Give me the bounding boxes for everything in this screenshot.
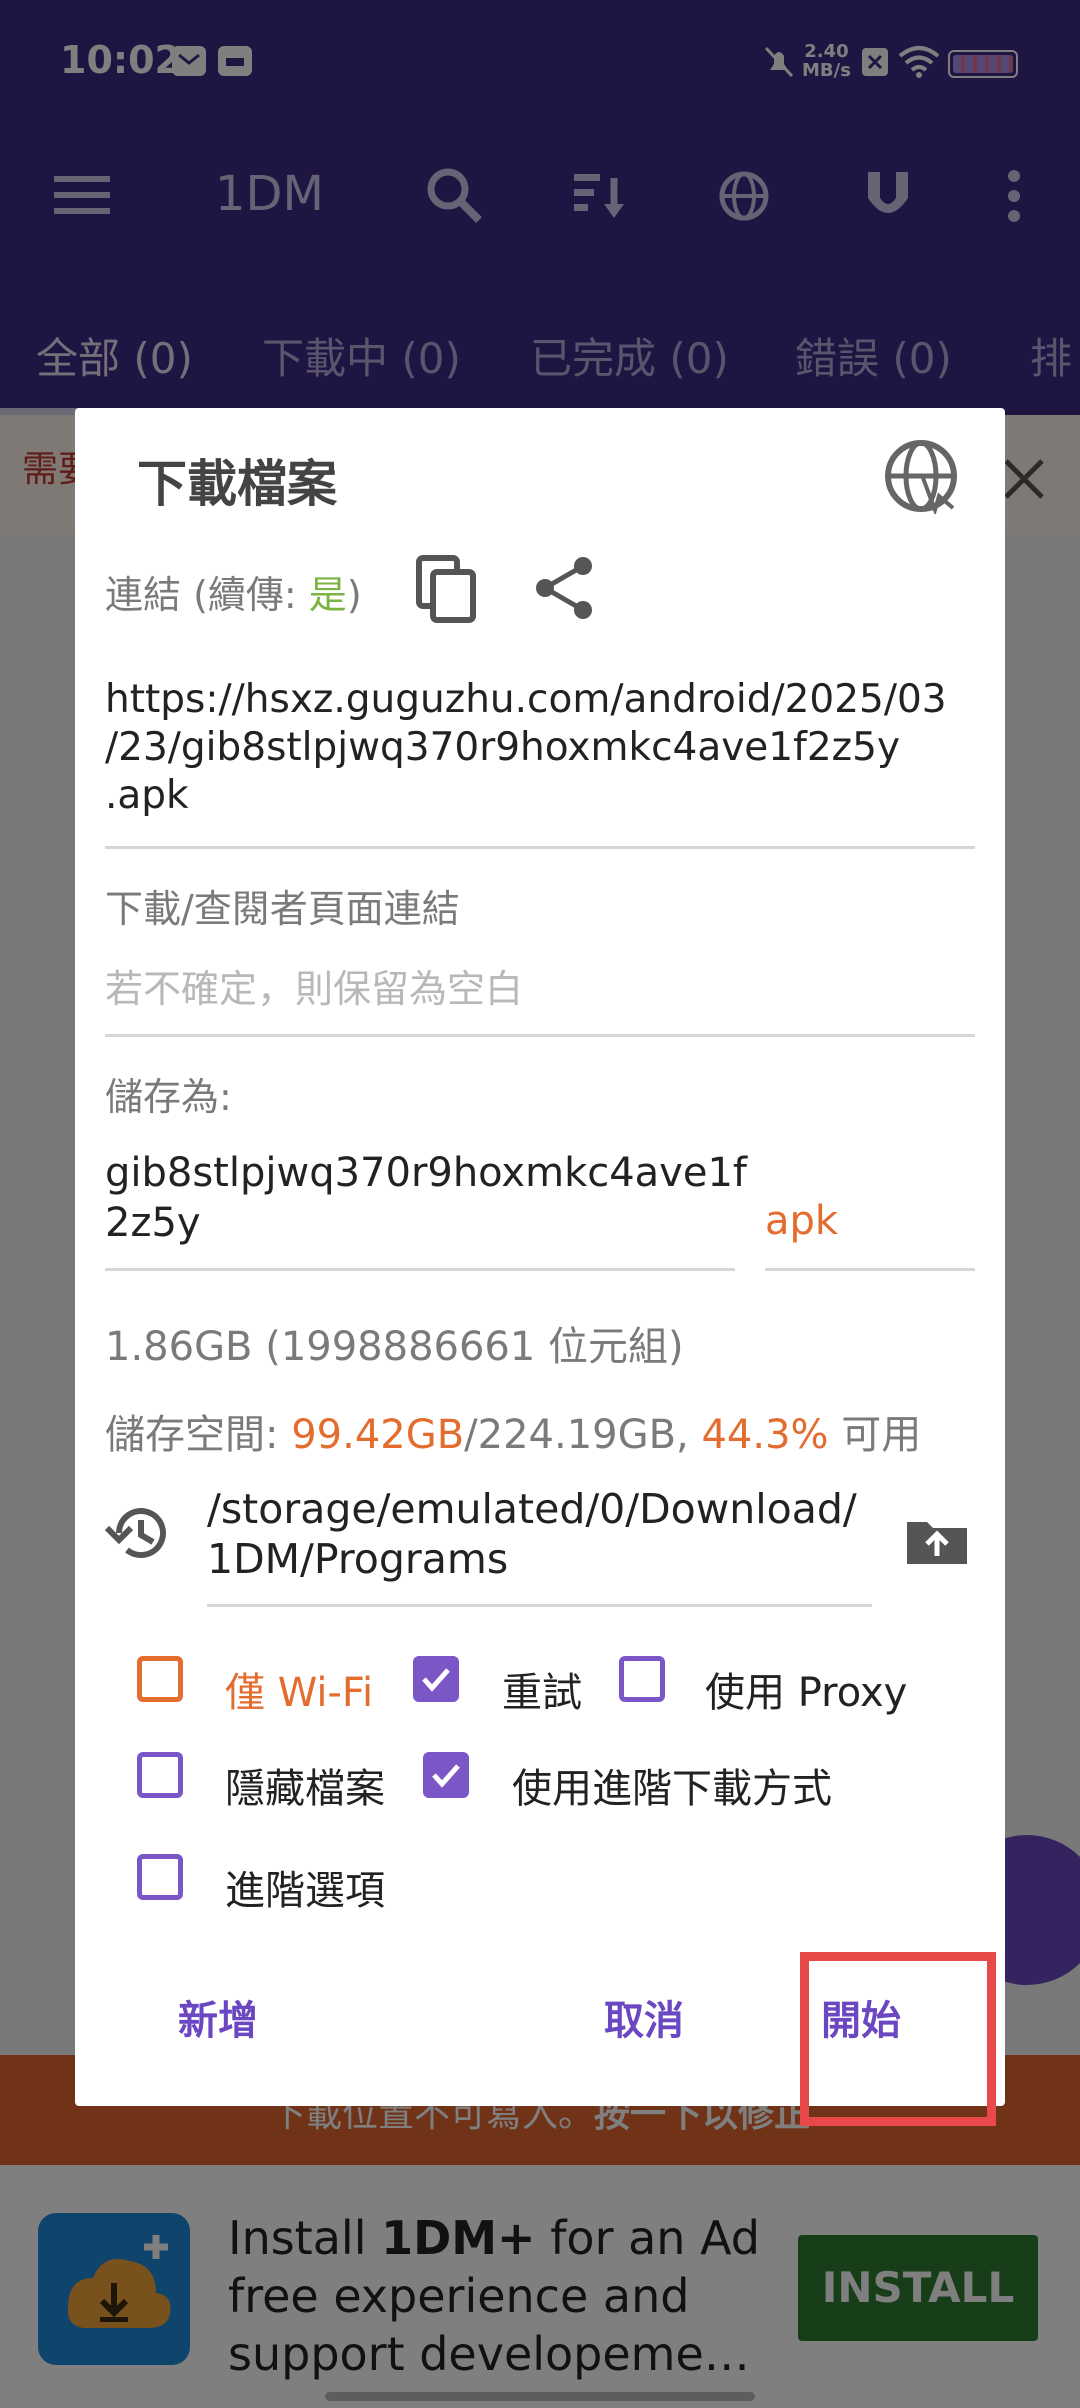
use-proxy-label: 使用 Proxy xyxy=(705,1670,908,1716)
storage-percent: 44.3% xyxy=(701,1412,829,1458)
advanced-method-label: 使用進階下載方式 xyxy=(512,1766,832,1812)
file-size: 1.86GB (1998886661 位元組) xyxy=(105,1324,684,1370)
storage-total: /224.19GB, xyxy=(464,1412,702,1458)
referer-divider xyxy=(105,1034,975,1037)
filename-divider xyxy=(105,1268,735,1271)
path-line1: /storage/emulated/0/Download/ xyxy=(207,1485,857,1533)
history-icon[interactable] xyxy=(105,1498,175,1568)
copy-icon[interactable] xyxy=(415,554,479,624)
extension-divider xyxy=(765,1268,975,1271)
use-proxy-checkbox[interactable] xyxy=(619,1656,665,1702)
path-divider xyxy=(207,1604,872,1607)
storage-suffix: 可用 xyxy=(828,1412,922,1458)
extension-input[interactable]: apk xyxy=(765,1198,838,1244)
share-icon[interactable] xyxy=(533,556,597,620)
retry-label: 重試 xyxy=(502,1670,582,1716)
storage-free: 99.42GB xyxy=(291,1412,465,1458)
retry-checkbox[interactable] xyxy=(413,1656,459,1702)
url-line1: https://hsxz.guguzhu.com/android/2025/03 xyxy=(105,677,947,722)
hide-file-label: 隱藏檔案 xyxy=(225,1766,385,1812)
referer-input[interactable]: 若不確定，則保留為空白 xyxy=(105,958,523,1013)
browser-globe-icon[interactable] xyxy=(883,438,959,514)
add-button[interactable]: 新增 xyxy=(178,1988,258,2046)
referer-label: 下載/查閱者頁面連結 xyxy=(105,887,460,931)
url-line2: /23/gib8stlpjwq370r9hoxmkc4ave1f2z5y xyxy=(105,725,901,770)
advanced-options-label: 進階選項 xyxy=(225,1868,385,1914)
folder-upload-icon[interactable] xyxy=(905,1514,969,1566)
filename-input[interactable]: gib8stlpjwq370r9hoxmkc4ave1f 2z5y xyxy=(105,1148,747,1248)
hide-file-checkbox[interactable] xyxy=(137,1752,183,1798)
url-field[interactable]: https://hsxz.guguzhu.com/android/2025/03… xyxy=(105,676,947,820)
cancel-button[interactable]: 取消 xyxy=(604,1988,684,2046)
wifi-only-label: 僅 Wi-Fi xyxy=(225,1670,374,1716)
link-label: 連結 (續傳: xyxy=(105,573,309,617)
filename-line1: gib8stlpjwq370r9hoxmkc4ave1f xyxy=(105,1150,747,1196)
path-line2: 1DM/Programs xyxy=(207,1535,509,1583)
save-as-label: 儲存為: xyxy=(105,1075,232,1119)
dialog-title: 下載檔案 xyxy=(137,455,337,513)
link-label-close: ) xyxy=(346,573,362,617)
highlight-box xyxy=(800,1952,996,2126)
advanced-options-checkbox[interactable] xyxy=(137,1854,183,1900)
storage-label: 儲存空間: xyxy=(105,1412,292,1458)
filename-line2: 2z5y xyxy=(105,1200,201,1246)
url-divider xyxy=(105,846,975,849)
url-line3: .apk xyxy=(105,773,189,818)
advanced-method-checkbox[interactable] xyxy=(423,1752,469,1798)
resume-supported: 是 xyxy=(308,573,347,617)
download-dialog: 下載檔案 連結 (續傳: 是) https://hsxz.guguzhu.com… xyxy=(75,408,1005,2106)
download-path[interactable]: /storage/emulated/0/Download/ 1DM/Progra… xyxy=(207,1484,857,1584)
wifi-only-checkbox[interactable] xyxy=(137,1656,183,1702)
